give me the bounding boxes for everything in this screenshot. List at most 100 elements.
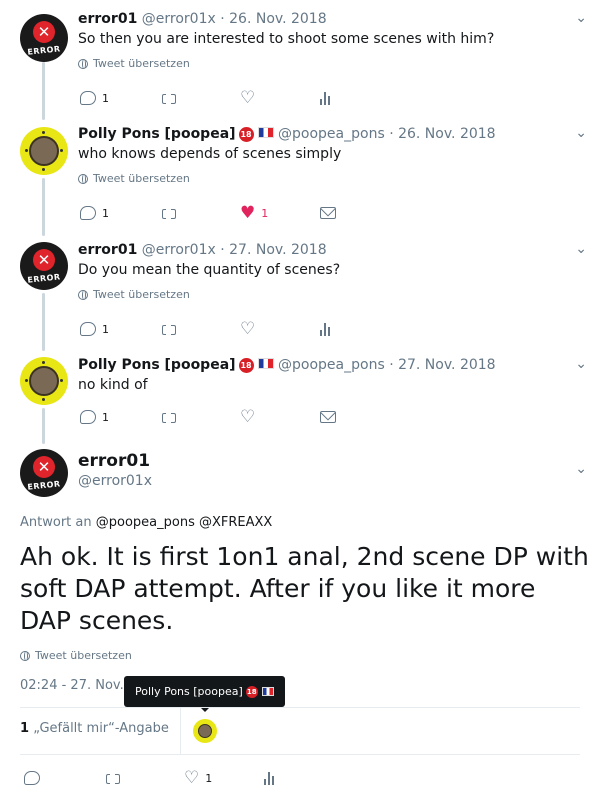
thread-line — [42, 408, 45, 444]
avatar-dot — [42, 361, 45, 364]
retweet-icon — [160, 410, 178, 424]
avatar[interactable]: ✕ ERROR — [20, 242, 68, 290]
analytics-icon — [264, 771, 274, 785]
chevron-down-icon[interactable]: ⌄ — [575, 10, 587, 26]
mail-icon — [320, 411, 336, 423]
tweet[interactable]: Polly Pons [poopea] 18 @poopea_pons · 26.… — [78, 125, 587, 185]
liker-avatar[interactable] — [193, 719, 217, 743]
avatar-photo — [29, 366, 59, 396]
retweet-button[interactable] — [104, 768, 184, 788]
author-handle[interactable]: @poopea_pons — [278, 126, 385, 142]
retweet-icon — [160, 91, 178, 105]
chevron-down-icon[interactable]: ⌄ — [575, 241, 587, 257]
reply-count: 1 — [102, 410, 109, 424]
author-handle[interactable]: @error01x — [142, 242, 216, 258]
separator: · — [220, 242, 225, 258]
avatar-dot — [25, 149, 28, 152]
reply-button[interactable]: 1 — [80, 88, 160, 108]
translate-label: Tweet übersetzen — [35, 649, 132, 662]
tweet-date[interactable]: 26. Nov. 2018 — [398, 126, 495, 142]
translate-link[interactable]: Tweet übersetzen — [20, 649, 132, 662]
author-name[interactable]: error01 — [78, 242, 137, 258]
tooltip-label: Polly Pons [poopea] — [135, 685, 243, 698]
chevron-down-icon[interactable]: ⌄ — [575, 461, 587, 477]
thread-line — [42, 178, 45, 236]
reply-prefix: Antwort an — [20, 515, 92, 530]
mention-link[interactable]: @XFREAXX — [199, 515, 272, 530]
retweet-icon — [104, 771, 122, 785]
tweet-date[interactable]: 26. Nov. 2018 — [229, 11, 326, 27]
author-handle[interactable]: @error01x — [78, 473, 587, 489]
translate-link[interactable]: Tweet übersetzen — [78, 288, 587, 301]
reply-button[interactable]: 1 — [80, 203, 160, 223]
france-flag-icon — [257, 358, 274, 369]
avatar-label: ERROR — [26, 44, 62, 57]
chevron-down-icon[interactable]: ⌄ — [575, 356, 587, 372]
author-name[interactable]: error01 — [78, 11, 137, 27]
separator: · — [220, 11, 225, 27]
analytics-button[interactable] — [320, 319, 400, 339]
dm-button[interactable] — [320, 407, 400, 427]
translate-label: Tweet übersetzen — [93, 172, 190, 185]
reply-button[interactable]: 1 — [80, 407, 160, 427]
like-button[interactable]: ♡ — [240, 319, 320, 339]
analytics-button[interactable] — [264, 768, 344, 788]
reply-icon — [80, 91, 96, 105]
error-x-icon: ✕ — [33, 456, 55, 478]
tweet[interactable]: error01 @error01x · 26. Nov. 2018 ⌄ So t… — [78, 10, 587, 70]
tweet-date[interactable]: 27. Nov. 2018 — [398, 357, 495, 373]
france-flag-icon — [257, 127, 274, 138]
avatar-dot — [42, 131, 45, 134]
tweet-header: error01 @error01x · 27. Nov. 2018 — [78, 241, 587, 259]
dm-button[interactable] — [320, 203, 400, 223]
tweet-text: who knows depends of scenes simply — [78, 146, 342, 162]
translate-link[interactable]: Tweet übersetzen — [78, 57, 587, 70]
translate-link[interactable]: Tweet übersetzen — [78, 172, 587, 185]
like-button[interactable]: ♡ — [240, 88, 320, 108]
france-flag-icon — [261, 687, 274, 696]
retweet-button[interactable] — [160, 407, 240, 427]
avatar[interactable]: ✕ ERROR — [20, 14, 68, 62]
analytics-icon — [320, 322, 330, 336]
main-tweet-header: error01 @error01x ⌄ — [78, 451, 587, 489]
likes-label: „Gefällt mir“-Angabe — [33, 721, 169, 736]
mail-icon — [320, 207, 336, 219]
tweet[interactable]: Polly Pons [poopea] 18 @poopea_pons · 27.… — [78, 356, 587, 395]
author-name[interactable]: error01 — [78, 451, 587, 471]
reply-button[interactable]: 1 — [80, 319, 160, 339]
tweet-text: no kind of — [78, 377, 148, 393]
separator: · — [389, 126, 394, 142]
thread-line — [42, 293, 45, 351]
like-button[interactable]: ♡ 1 — [184, 768, 264, 788]
reply-button[interactable] — [24, 768, 104, 788]
like-count: 1 — [205, 771, 213, 785]
reply-icon — [80, 410, 96, 424]
mention-link[interactable]: @poopea_pons — [96, 515, 195, 530]
heart-icon: ♥ — [240, 203, 256, 223]
like-stats[interactable]: 1 „Gefällt mir“-Angabe — [20, 721, 169, 736]
tweet-date[interactable]: 27. Nov. 2018 — [229, 242, 326, 258]
avatar[interactable] — [20, 127, 68, 175]
reply-count: 1 — [102, 322, 109, 336]
author-handle[interactable]: @poopea_pons — [278, 357, 385, 373]
like-button[interactable]: ♡ — [240, 407, 320, 427]
tweet-timestamp[interactable]: 02:24 - 27. Nov. — [20, 678, 124, 693]
author-name[interactable]: Polly Pons [poopea] — [78, 357, 236, 373]
retweet-button[interactable] — [160, 319, 240, 339]
author-handle[interactable]: @error01x — [142, 11, 216, 27]
analytics-button[interactable] — [320, 88, 400, 108]
avatar-photo — [29, 136, 59, 166]
retweet-button[interactable] — [160, 88, 240, 108]
like-button[interactable]: ♥ 1 — [240, 203, 320, 223]
reply-icon — [24, 771, 40, 785]
tweet-actions: 1 ♡ — [80, 319, 400, 339]
avatar[interactable]: ✕ ERROR — [20, 449, 68, 497]
retweet-button[interactable] — [160, 203, 240, 223]
tweet[interactable]: error01 @error01x · 27. Nov. 2018 ⌄ Do y… — [78, 241, 587, 301]
reply-count: 1 — [102, 91, 109, 105]
avatar[interactable] — [20, 357, 68, 405]
heart-icon: ♡ — [184, 768, 200, 788]
chevron-down-icon[interactable]: ⌄ — [575, 125, 587, 141]
main-tweet-text: Ah ok. It is first 1on1 anal, 2nd scene … — [20, 542, 589, 635]
author-name[interactable]: Polly Pons [poopea] — [78, 126, 236, 142]
